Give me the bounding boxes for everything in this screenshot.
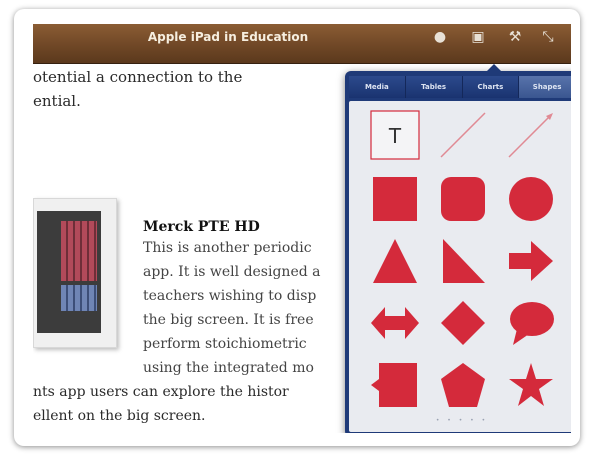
text-line: ellent on the big screen. <box>33 408 206 424</box>
arrow-line-shape[interactable] <box>505 109 557 161</box>
paragraph-line: the big screen. It is free <box>143 312 314 328</box>
app-screenshot-image <box>33 198 117 348</box>
info-icon[interactable]: ● <box>431 28 449 46</box>
title-bar: Apple iPad in Education ● ▣ ⚒ ⤡ <box>33 24 571 64</box>
expand-icon[interactable]: ⤡ <box>539 28 557 46</box>
app-screenshot-content <box>37 211 101 333</box>
popover-tabs: Media Tables Charts Shapes <box>349 76 571 98</box>
wrench-icon[interactable]: ⚒ <box>506 28 524 46</box>
paragraph-line: perform stoichiometric <box>143 336 307 352</box>
text-box-shape[interactable]: T <box>369 109 421 161</box>
paragraph-line: This is another periodic <box>143 240 312 256</box>
triangle-shape[interactable] <box>369 235 421 287</box>
tab-charts[interactable]: Charts <box>462 76 520 98</box>
right-triangle-shape[interactable] <box>437 235 489 287</box>
callout-shape[interactable] <box>369 359 421 411</box>
pentagon-shape[interactable] <box>437 359 489 411</box>
periodic-table-cells <box>61 221 97 281</box>
media-icon[interactable]: ▣ <box>469 28 487 46</box>
document-title: Apple iPad in Education <box>147 30 309 44</box>
insert-popover: Media Tables Charts Shapes T • • • • • <box>345 64 571 433</box>
rounded-square-shape[interactable] <box>437 173 489 225</box>
tab-media[interactable]: Media <box>349 76 406 98</box>
square-shape[interactable] <box>369 173 421 225</box>
popover-arrow <box>486 64 502 72</box>
text-tool-label: T <box>388 124 402 148</box>
diamond-shape[interactable] <box>437 297 489 349</box>
text-line: nts app users can explore the histor <box>33 384 289 400</box>
paragraph-line: teachers wishing to disp <box>143 288 317 304</box>
page-indicator[interactable]: • • • • • <box>349 417 571 425</box>
text-line: otential a connection to the <box>33 68 243 86</box>
text-line: ential. <box>33 92 81 110</box>
double-arrow-shape[interactable] <box>369 297 421 349</box>
ipad-screenshot-frame: Apple iPad in Education ● ▣ ⚒ ⤡ otential… <box>14 9 580 446</box>
line-shape[interactable] <box>437 109 489 161</box>
speech-bubble-shape[interactable] <box>505 297 557 349</box>
shapes-panel: T • • • • • <box>349 101 571 432</box>
paragraph-line: app. It is well designed a <box>143 264 321 280</box>
section-heading: Merck PTE HD <box>143 219 260 235</box>
star-shape[interactable] <box>505 359 557 411</box>
circle-shape[interactable] <box>505 173 557 225</box>
periodic-table-cells <box>61 285 97 311</box>
paragraph-line: using the integrated mo <box>143 360 314 376</box>
arrow-shape[interactable] <box>505 235 557 287</box>
app-screen: Apple iPad in Education ● ▣ ⚒ ⤡ otential… <box>33 24 571 433</box>
tab-tables[interactable]: Tables <box>405 76 463 98</box>
tab-shapes[interactable]: Shapes <box>519 76 571 98</box>
